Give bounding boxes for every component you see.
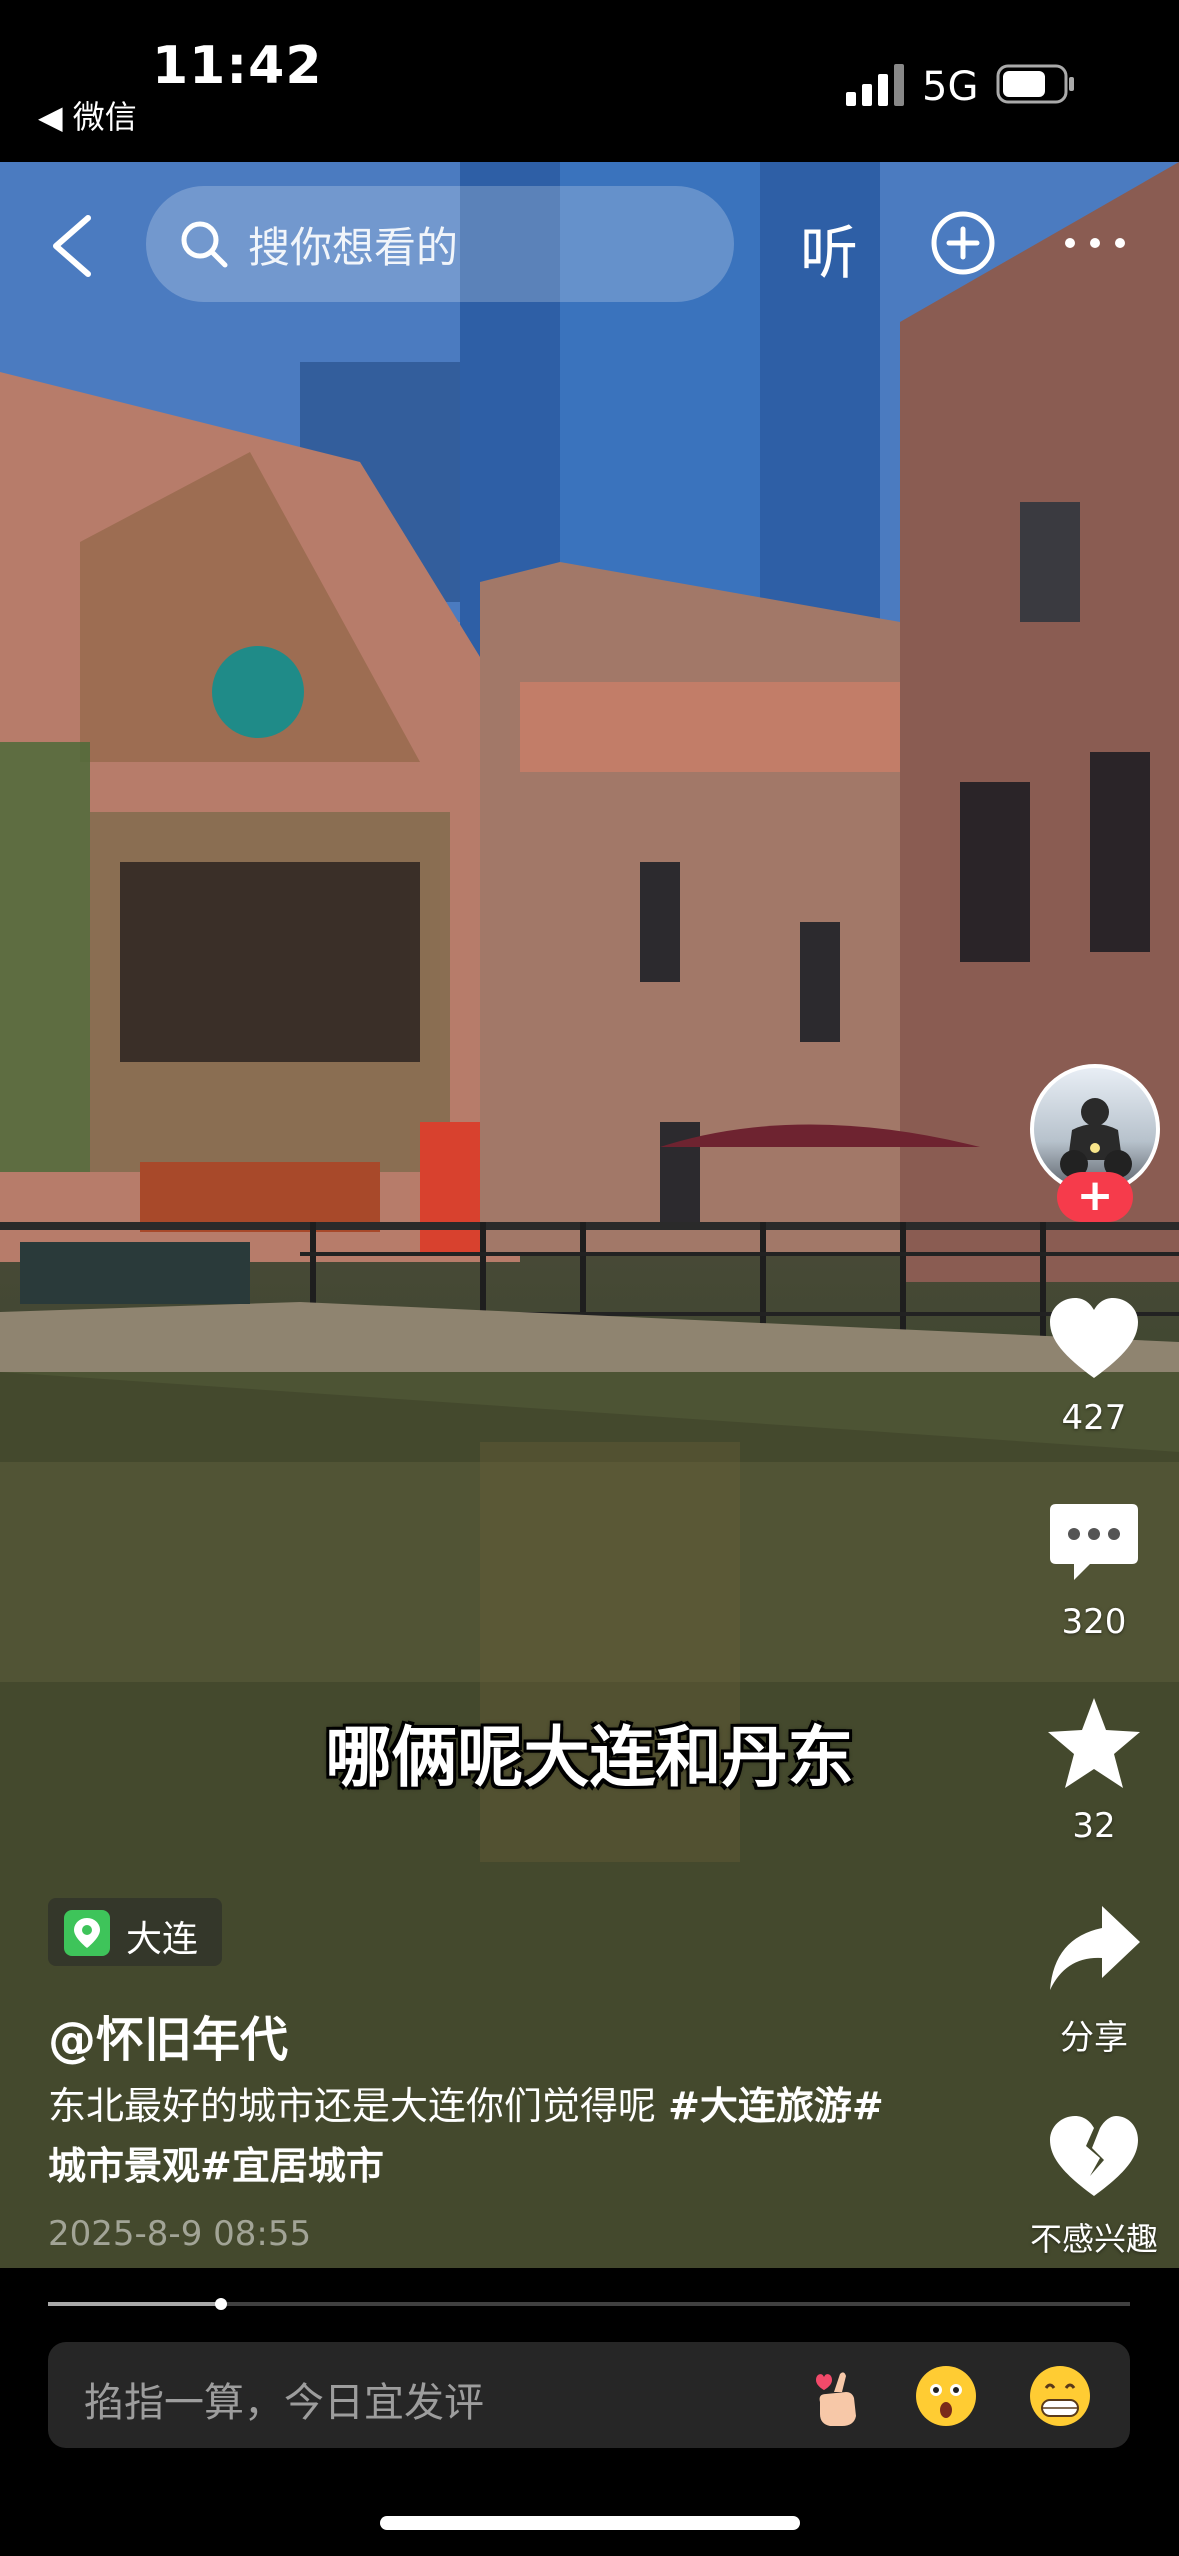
progress-fill	[48, 2302, 222, 2306]
location-name: 大连	[126, 1919, 199, 1960]
search-icon	[181, 221, 228, 268]
broken-heart-icon[interactable]	[1044, 2106, 1144, 2206]
video-progress-bar[interactable]	[48, 2298, 1130, 2310]
more-icon[interactable]	[1060, 226, 1130, 260]
listen-button[interactable]: 听	[800, 206, 858, 290]
hashtag-dalian-travel[interactable]: #大连旅游#	[668, 2084, 884, 2128]
battery-icon	[996, 64, 1074, 104]
favorite-count: 32	[1072, 1806, 1116, 1846]
comment-icon[interactable]	[1044, 1494, 1144, 1594]
description-text: 东北最好的城市还是大连你们觉得呢	[48, 2084, 669, 2128]
author-name[interactable]: @怀旧年代	[48, 2000, 288, 2070]
add-icon[interactable]	[930, 210, 996, 276]
progress-knob[interactable]	[215, 2298, 228, 2310]
surprised-emoji-icon[interactable]	[912, 2362, 980, 2430]
not-interested-label: 不感兴趣	[1029, 2220, 1158, 2258]
like-count: 427	[1061, 1398, 1127, 1438]
search-placeholder: 搜你想看的	[248, 223, 459, 272]
network-type: 5G	[922, 64, 979, 110]
comment-placeholder: 掐指一算，今日宜发评	[84, 2380, 484, 2426]
home-indicator[interactable]	[380, 2516, 800, 2530]
heart-icon[interactable]	[1044, 1290, 1144, 1390]
video-description: 东北最好的城市还是大连你们觉得呢 #大连旅游# 城市景观#宜居城市	[48, 2076, 988, 2196]
share-label: 分享	[1060, 2018, 1128, 2058]
finger-heart-emoji-icon[interactable]	[800, 2362, 868, 2430]
hashtags-city[interactable]: 城市景观#宜居城市	[48, 2144, 384, 2188]
grinning-emoji-icon[interactable]	[1026, 2362, 1094, 2430]
status-time: 11:42	[152, 36, 323, 96]
signal-icon	[846, 64, 904, 106]
back-to-wechat-link[interactable]: ◀ 微信	[38, 92, 137, 138]
share-icon[interactable]	[1044, 1898, 1144, 1998]
location-tag[interactable]: 大连	[48, 1898, 222, 1966]
video-subtitle: 哪俩呢大连和丹东	[325, 1719, 854, 1796]
status-bar: 11:42 ◀ 微信 5G	[0, 0, 1179, 162]
follow-button[interactable]: +	[1057, 1172, 1133, 1222]
back-arrow-icon[interactable]	[44, 212, 100, 280]
post-date: 2025-8-9 08:55	[48, 2214, 312, 2254]
comment-count: 320	[1061, 1602, 1127, 1642]
location-pin-icon	[64, 1910, 110, 1956]
